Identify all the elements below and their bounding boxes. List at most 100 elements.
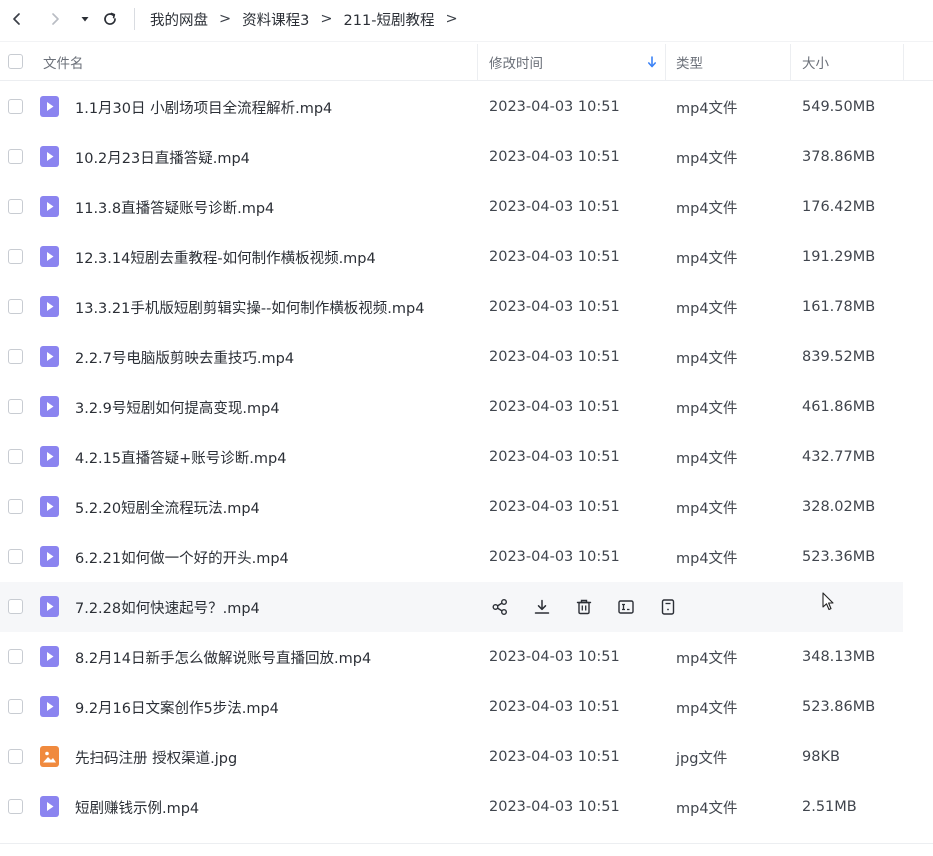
- file-name[interactable]: 先扫码注册 授权渠道.jpg: [75, 732, 237, 782]
- file-name[interactable]: 12.3.14短剧去重教程-如何制作横板视频.mp4: [75, 232, 376, 282]
- file-modified: 2023-04-03 10:51: [489, 799, 620, 815]
- file-modified: 2023-04-03 10:51: [489, 249, 620, 265]
- history-dropdown-button[interactable]: [74, 8, 96, 30]
- row-checkbox[interactable]: [8, 649, 23, 664]
- file-type: mp4文件: [676, 650, 738, 667]
- row-checkbox[interactable]: [8, 799, 23, 814]
- file-row-hovered[interactable]: 7.2.28如何快速起号？.mp4: [0, 582, 903, 632]
- row-checkbox[interactable]: [8, 299, 23, 314]
- row-checkbox[interactable]: [8, 99, 23, 114]
- file-name[interactable]: 2.2.7号电脑版剪映去重技巧.mp4: [75, 332, 294, 382]
- video-file-icon: [40, 696, 59, 717]
- rename-icon: [618, 600, 634, 614]
- file-row[interactable]: 4.2.15直播答疑+账号诊断.mp4 2023-04-03 10:51 mp4…: [0, 432, 903, 482]
- file-row[interactable]: 9.2月16日文案创作5步法.mp4 2023-04-03 10:51 mp4文…: [0, 682, 903, 732]
- share-icon: [492, 599, 507, 615]
- toolbar: 我的网盘 > 资料课程3 > 211-短剧教程 >: [0, 0, 933, 40]
- file-row[interactable]: 2.2.7号电脑版剪映去重技巧.mp4 2023-04-03 10:51 mp4…: [0, 332, 903, 382]
- download-icon: [534, 599, 550, 614]
- breadcrumb-separator[interactable]: >: [445, 11, 457, 27]
- sort-desc-icon[interactable]: [647, 42, 657, 81]
- column-divider[interactable]: [477, 44, 478, 80]
- list-bottom-border: [0, 843, 933, 844]
- file-name[interactable]: 4.2.15直播答疑+账号诊断.mp4: [75, 432, 286, 482]
- file-size: 523.36MB: [802, 549, 876, 565]
- row-checkbox[interactable]: [8, 599, 23, 614]
- select-all-checkbox[interactable]: [8, 54, 23, 69]
- video-file-icon: [40, 146, 59, 167]
- file-row[interactable]: 13.3.21手机版短剧剪辑实操--如何制作横板视频.mp4 2023-04-0…: [0, 282, 903, 332]
- file-type: mp4文件: [676, 250, 738, 267]
- share-button[interactable]: [489, 596, 511, 618]
- download-button[interactable]: [531, 596, 553, 618]
- video-file-icon: [40, 646, 59, 667]
- file-name[interactable]: 13.3.21手机版短剧剪辑实操--如何制作横板视频.mp4: [75, 282, 424, 332]
- details-icon: [661, 599, 675, 615]
- column-divider[interactable]: [665, 44, 666, 80]
- row-checkbox[interactable]: [8, 249, 23, 264]
- file-name[interactable]: 10.2月23日直播答疑.mp4: [75, 132, 250, 182]
- file-name[interactable]: 11.3.8直播答疑账号诊断.mp4: [75, 182, 274, 232]
- back-button[interactable]: [6, 8, 28, 30]
- rename-button[interactable]: [615, 596, 637, 618]
- video-file-icon: [40, 396, 59, 417]
- file-row[interactable]: 10.2月23日直播答疑.mp4 2023-04-03 10:51 mp4文件 …: [0, 132, 903, 182]
- file-row[interactable]: 短剧赚钱示例.mp4 2023-04-03 10:51 mp4文件 2.51MB: [0, 782, 903, 832]
- row-checkbox[interactable]: [8, 549, 23, 564]
- file-row[interactable]: 5.2.20短剧全流程玩法.mp4 2023-04-03 10:51 mp4文件…: [0, 482, 903, 532]
- row-checkbox[interactable]: [8, 149, 23, 164]
- file-row[interactable]: 8.2月14日新手怎么做解说账号直播回放.mp4 2023-04-03 10:5…: [0, 632, 903, 682]
- file-name[interactable]: 1.1月30日 小剧场项目全流程解析.mp4: [75, 82, 332, 132]
- file-row[interactable]: 12.3.14短剧去重教程-如何制作横板视频.mp4 2023-04-03 10…: [0, 232, 903, 282]
- breadcrumb-item-current[interactable]: 211-短剧教程: [344, 9, 435, 30]
- breadcrumb-item-folder[interactable]: 资料课程3: [242, 9, 309, 30]
- file-row[interactable]: 先扫码注册 授权渠道.jpg 2023-04-03 10:51 jpg文件 98…: [0, 732, 903, 782]
- file-row[interactable]: 3.2.9号短剧如何提高变现.mp4 2023-04-03 10:51 mp4文…: [0, 382, 903, 432]
- video-file-icon: [40, 446, 59, 467]
- row-checkbox[interactable]: [8, 749, 23, 764]
- refresh-button[interactable]: [99, 8, 121, 30]
- row-actions: [489, 596, 699, 618]
- file-type: mp4文件: [676, 200, 738, 217]
- file-name[interactable]: 9.2月16日文案创作5步法.mp4: [75, 682, 279, 732]
- file-row[interactable]: 6.2.21如何做一个好的开头.mp4 2023-04-03 10:51 mp4…: [0, 532, 903, 582]
- details-button[interactable]: [657, 596, 679, 618]
- column-header-name[interactable]: 文件名: [43, 42, 84, 81]
- file-name[interactable]: 6.2.21如何做一个好的开头.mp4: [75, 532, 289, 582]
- row-checkbox[interactable]: [8, 199, 23, 214]
- column-header-type[interactable]: 类型: [676, 42, 703, 81]
- breadcrumb: 我的网盘 > 资料课程3 > 211-短剧教程 >: [150, 0, 469, 38]
- forward-button[interactable]: [44, 8, 66, 30]
- file-name[interactable]: 8.2月14日新手怎么做解说账号直播回放.mp4: [75, 632, 371, 682]
- file-name[interactable]: 3.2.9号短剧如何提高变现.mp4: [75, 382, 280, 432]
- file-type: mp4文件: [676, 800, 738, 817]
- breadcrumb-item-root[interactable]: 我的网盘: [150, 9, 208, 30]
- file-list-header: 文件名 修改时间 类型 大小: [0, 41, 933, 81]
- chevron-right-icon: [52, 13, 59, 25]
- column-header-modified[interactable]: 修改时间: [489, 42, 543, 81]
- column-divider[interactable]: [903, 44, 904, 80]
- column-header-size[interactable]: 大小: [802, 42, 829, 81]
- row-checkbox[interactable]: [8, 449, 23, 464]
- delete-button[interactable]: [573, 596, 595, 618]
- file-size: 461.86MB: [802, 399, 876, 415]
- file-size: 191.29MB: [802, 249, 876, 265]
- file-modified: 2023-04-03 10:51: [489, 399, 620, 415]
- file-row[interactable]: 11.3.8直播答疑账号诊断.mp4 2023-04-03 10:51 mp4文…: [0, 182, 903, 232]
- video-file-icon: [40, 296, 59, 317]
- file-name[interactable]: 5.2.20短剧全流程玩法.mp4: [75, 482, 260, 532]
- row-checkbox[interactable]: [8, 699, 23, 714]
- file-name[interactable]: 7.2.28如何快速起号？.mp4: [75, 582, 260, 632]
- row-checkbox[interactable]: [8, 349, 23, 364]
- column-divider[interactable]: [790, 44, 791, 80]
- video-file-icon: [40, 796, 59, 817]
- file-modified: 2023-04-03 10:51: [489, 699, 620, 715]
- file-row[interactable]: 1.1月30日 小剧场项目全流程解析.mp4 2023-04-03 10:51 …: [0, 82, 903, 132]
- image-file-icon: [40, 746, 59, 767]
- file-name[interactable]: 短剧赚钱示例.mp4: [75, 782, 199, 832]
- row-checkbox[interactable]: [8, 499, 23, 514]
- file-type: mp4文件: [676, 150, 738, 167]
- file-type: mp4文件: [676, 400, 738, 417]
- row-checkbox[interactable]: [8, 399, 23, 414]
- file-size: 839.52MB: [802, 349, 876, 365]
